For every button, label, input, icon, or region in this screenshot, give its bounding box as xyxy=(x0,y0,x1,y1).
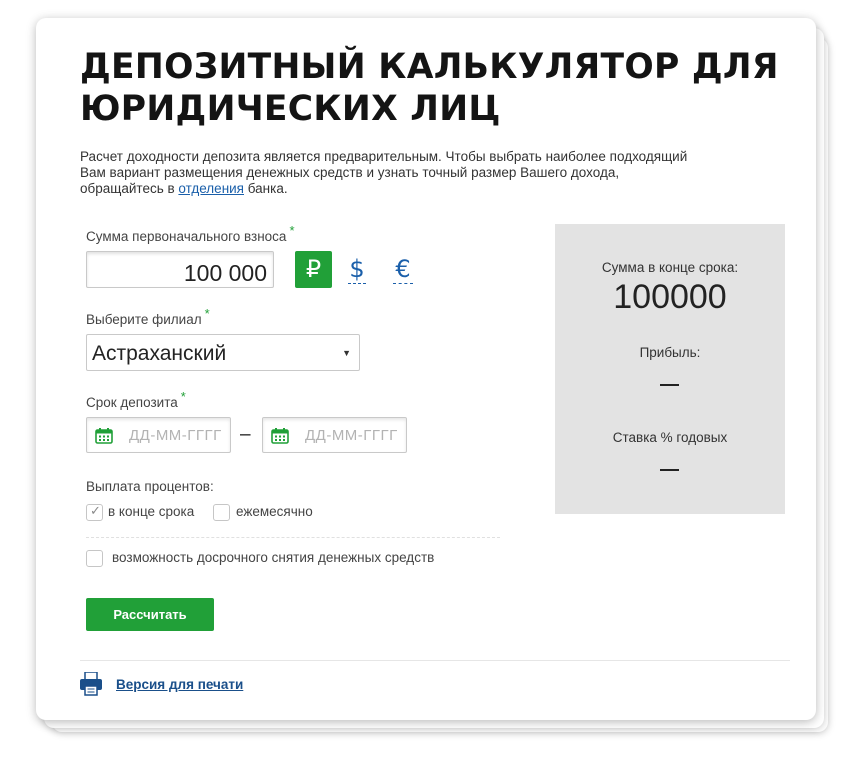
payout-end-of-term-label[interactable]: в конце срока xyxy=(108,504,194,519)
print-version-link[interactable]: Версия для печати xyxy=(116,677,243,692)
intro-text-part: банка. xyxy=(244,181,288,196)
amount-label-text: Сумма первоначального взноса xyxy=(86,229,287,244)
date-from-input[interactable]: ДД-ММ-ГГГГ xyxy=(86,417,231,453)
date-to-placeholder: ДД-ММ-ГГГГ xyxy=(305,427,398,444)
section-divider xyxy=(86,537,500,538)
term-label: Срок депозита * xyxy=(86,389,186,410)
currency-eur-label: € xyxy=(395,255,411,283)
amount-input[interactable]: 100 000 xyxy=(86,251,274,288)
branch-select[interactable]: Астраханский ▼ xyxy=(86,334,360,371)
payout-monthly-label[interactable]: ежемесячно xyxy=(236,504,313,519)
required-mark: * xyxy=(180,389,186,404)
branch-select-value: Астраханский xyxy=(92,342,227,365)
intro-text-part: Расчет доходности депозита является пред… xyxy=(80,149,688,196)
result-profit-label: Прибыль: xyxy=(639,345,701,360)
payout-label: Выплата процентов: xyxy=(86,479,214,494)
result-sum-value: 100000 xyxy=(613,278,727,316)
currency-rub-button[interactable]: ₽ xyxy=(295,251,332,288)
page-title: ДЕПОЗИТНЫЙ КАЛЬКУЛЯТОР ДЛЯ ЮРИДИЧЕСКИХ Л… xyxy=(80,47,779,129)
calculate-button[interactable]: Рассчитать xyxy=(86,598,214,631)
result-sum-label: Сумма в конце срока: xyxy=(601,260,739,275)
result-rate-label: Ставка % годовых xyxy=(612,430,728,445)
chevron-down-icon: ▼ xyxy=(342,348,351,358)
result-panel: Сумма в конце срока: 100000 Прибыль: Ста… xyxy=(555,224,785,514)
date-from-placeholder: ДД-ММ-ГГГГ xyxy=(129,427,222,444)
check-icon: ✓ xyxy=(90,503,101,518)
early-withdrawal-label[interactable]: возможность досрочного снятия денежных с… xyxy=(112,550,434,565)
branches-link[interactable]: отделения xyxy=(178,181,244,196)
calendar-icon xyxy=(95,428,113,444)
required-mark: * xyxy=(289,223,295,238)
payout-monthly-checkbox[interactable] xyxy=(213,504,230,521)
currency-eur-button[interactable]: € xyxy=(393,251,413,288)
amount-label: Сумма первоначального взноса * xyxy=(86,223,295,244)
currency-usd-label: $ xyxy=(349,255,365,283)
branch-label-text: Выберите филиал xyxy=(86,312,202,327)
currency-usd-button[interactable]: $ xyxy=(348,251,366,288)
term-label-text: Срок депозита xyxy=(86,395,178,410)
footer-divider xyxy=(80,660,790,661)
payout-end-of-term-checkbox[interactable]: ✓ xyxy=(86,503,103,521)
branch-label: Выберите филиал * xyxy=(86,306,210,327)
calendar-icon xyxy=(271,428,289,444)
date-to-input[interactable]: ДД-ММ-ГГГГ xyxy=(262,417,407,453)
result-rate-empty-dash xyxy=(660,469,679,471)
early-withdrawal-checkbox[interactable] xyxy=(86,550,103,567)
required-mark: * xyxy=(204,306,210,321)
intro-text: Расчет доходности депозита является пред… xyxy=(80,149,690,197)
printer-icon xyxy=(80,672,102,696)
result-profit-empty-dash xyxy=(660,384,679,386)
date-separator: – xyxy=(240,424,251,445)
